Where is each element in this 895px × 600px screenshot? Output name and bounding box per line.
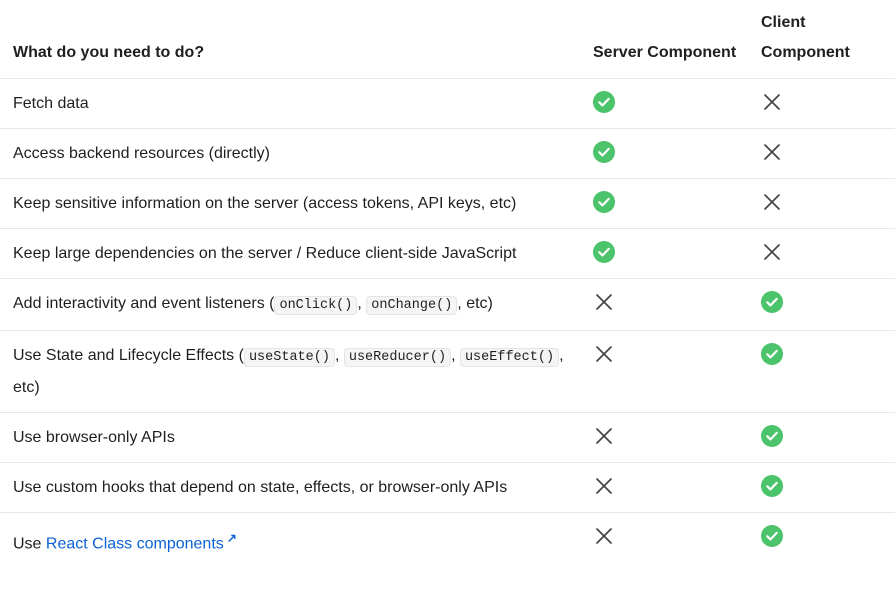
task-text: Fetch data	[13, 95, 89, 112]
task-cell: Use State and Lifecycle Effects (useStat…	[0, 330, 593, 413]
server-support-cell	[593, 128, 761, 179]
task-text: Add interactivity and event listeners (	[13, 295, 275, 312]
task-text: Keep large dependencies on the server / …	[13, 245, 517, 262]
task-cell: Add interactivity and event listeners (o…	[0, 278, 593, 331]
code-snippet: useReducer()	[343, 348, 452, 367]
header-task: What do you need to do?	[13, 44, 205, 61]
server-support-cell	[593, 512, 761, 569]
check-circle-icon	[593, 241, 615, 264]
server-support-cell	[593, 228, 761, 279]
table-row: Use browser-only APIs	[0, 412, 895, 463]
server-support-cell	[593, 178, 761, 229]
task-cell: Keep sensitive information on the server…	[0, 178, 593, 229]
header-client-component: Client Component	[761, 14, 850, 61]
check-circle-icon	[761, 475, 783, 498]
server-support-cell	[593, 462, 761, 513]
x-icon	[593, 343, 615, 365]
code-snippet: useEffect()	[459, 348, 560, 367]
external-link-icon[interactable]: ↗	[227, 531, 237, 545]
client-support-cell	[761, 412, 895, 463]
server-support-cell	[593, 412, 761, 463]
client-support-cell	[761, 512, 895, 569]
task-text: Use State and Lifecycle Effects (	[13, 347, 244, 364]
table-row: Keep large dependencies on the server / …	[0, 228, 895, 279]
task-text: ,	[451, 347, 460, 364]
table-row: Add interactivity and event listeners (o…	[0, 278, 895, 331]
comparison-table: What do you need to do? Server Component…	[0, 0, 895, 569]
check-circle-icon	[593, 141, 615, 164]
check-circle-icon	[761, 343, 783, 366]
table-row: Use State and Lifecycle Effects (useStat…	[0, 330, 895, 413]
task-text: , etc)	[457, 295, 493, 312]
check-circle-icon	[761, 525, 783, 548]
server-support-cell	[593, 78, 761, 129]
server-support-cell	[593, 278, 761, 331]
client-support-cell	[761, 228, 895, 279]
server-support-cell	[593, 330, 761, 413]
x-icon	[761, 191, 783, 213]
x-icon	[593, 475, 615, 497]
task-cell: Fetch data	[0, 78, 593, 129]
task-text: Access backend resources (directly)	[13, 145, 270, 162]
x-icon	[593, 425, 615, 447]
react-class-components-link[interactable]: React Class components	[46, 535, 224, 552]
task-cell: Use custom hooks that depend on state, e…	[0, 462, 593, 513]
x-icon	[761, 91, 783, 113]
task-cell: Keep large dependencies on the server / …	[0, 228, 593, 279]
check-circle-icon	[761, 425, 783, 448]
code-snippet: useState()	[243, 348, 335, 367]
task-text: Use	[13, 535, 46, 553]
task-cell: Access backend resources (directly)	[0, 128, 593, 179]
table-row: Fetch data	[0, 78, 895, 129]
client-support-cell	[761, 278, 895, 331]
task-cell: Use React Class components ↗	[0, 512, 593, 569]
table-header-row: What do you need to do? Server Component…	[0, 0, 895, 79]
client-support-cell	[761, 462, 895, 513]
x-icon	[593, 525, 615, 547]
task-text: Use custom hooks that depend on state, e…	[13, 479, 508, 496]
code-snippet: onClick()	[274, 296, 358, 315]
x-icon	[761, 241, 783, 263]
task-text: ,	[357, 295, 367, 312]
client-support-cell	[761, 178, 895, 229]
table-row: Use custom hooks that depend on state, e…	[0, 462, 895, 513]
task-text: Use browser-only APIs	[13, 429, 175, 446]
table-row: Access backend resources (directly)	[0, 128, 895, 179]
check-circle-icon	[593, 91, 615, 114]
client-support-cell	[761, 78, 895, 129]
code-snippet: onChange()	[366, 296, 458, 315]
header-server-component: Server Component	[593, 44, 737, 61]
task-text: Keep sensitive information on the server…	[13, 195, 517, 212]
table-row: Keep sensitive information on the server…	[0, 178, 895, 229]
client-support-cell	[761, 128, 895, 179]
x-icon	[761, 141, 783, 163]
x-icon	[593, 291, 615, 313]
client-support-cell	[761, 330, 895, 413]
check-circle-icon	[593, 191, 615, 214]
table-row: Use React Class components ↗	[0, 512, 895, 569]
task-text: ,	[334, 347, 344, 364]
check-circle-icon	[761, 291, 783, 314]
task-cell: Use browser-only APIs	[0, 412, 593, 463]
